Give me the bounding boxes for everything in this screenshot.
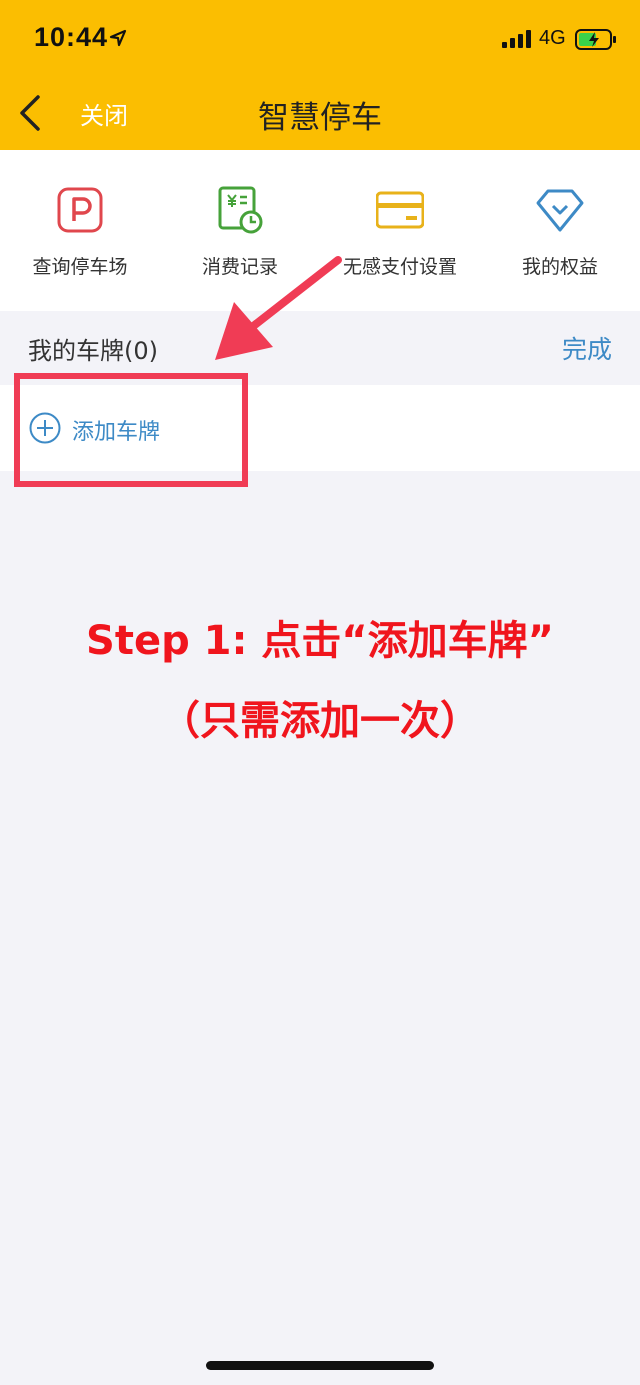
home-indicator[interactable] [206, 1361, 434, 1370]
shortcut-label: 无感支付设置 [342, 256, 457, 278]
add-plate-label: 添加车牌 [72, 420, 161, 445]
done-button[interactable]: 完成 [562, 330, 612, 366]
status-bar: 10:44 4G [0, 0, 640, 78]
plate-section-header: 我的车牌(0) 完成 [0, 311, 640, 385]
shortcut-bar: 查询停车场 消费记录 无感支付设置 我的权益 [0, 150, 640, 311]
network-label: 4G [539, 27, 566, 49]
card-icon [376, 191, 424, 229]
battery-charging-icon [575, 29, 616, 50]
add-plate-button[interactable]: 添加车牌 [0, 385, 640, 471]
shortcut-my-benefits[interactable]: 我的权益 [480, 150, 640, 311]
shortcut-consumption-records[interactable]: 消费记录 [160, 150, 320, 311]
signal-icon [502, 30, 531, 48]
nav-bar: 关闭 智慧停车 [0, 78, 640, 150]
back-chevron-icon[interactable] [18, 95, 44, 131]
plate-count-title: 我的车牌(0) [28, 337, 158, 365]
instruction-step: Step 1: 点击“添加车牌” [86, 618, 554, 664]
shortcut-label: 我的权益 [521, 256, 598, 278]
receipt-clock-icon [218, 186, 263, 234]
shortcut-label: 查询停车场 [32, 256, 128, 278]
diamond-icon [536, 189, 584, 232]
status-time: 10:44 [34, 22, 109, 52]
plus-circle-icon [29, 412, 61, 444]
parking-icon [57, 187, 103, 233]
shortcut-contactless-payment[interactable]: 无感支付设置 [320, 150, 480, 311]
shortcut-query-parking[interactable]: 查询停车场 [0, 150, 160, 311]
close-button[interactable]: 关闭 [80, 96, 128, 131]
page-title: 智慧停车 [258, 100, 382, 136]
instruction-note: （只需添加一次） [160, 698, 480, 744]
shortcut-label: 消费记录 [201, 256, 278, 278]
location-arrow-icon [109, 29, 127, 47]
